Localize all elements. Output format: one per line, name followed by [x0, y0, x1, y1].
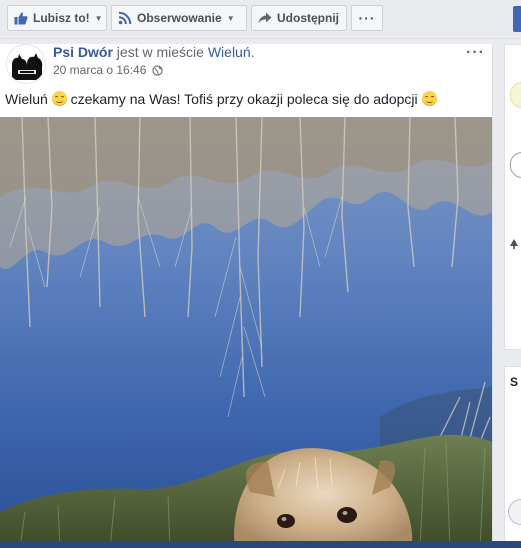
page-avatar[interactable]	[6, 44, 46, 84]
post-header: Psi Dwór jest w mieście Wieluń.	[53, 44, 255, 60]
dog-by-pond-photo	[0, 117, 492, 548]
smiling-face-emoji	[51, 91, 67, 106]
bottom-chat-bar	[0, 541, 521, 548]
post-message: Wieluń czekamy na Was! Tofiś przy okazji…	[5, 90, 437, 108]
post-timestamp[interactable]: 20 marca o 16:46	[53, 63, 146, 77]
chevron-down-icon: ▼	[94, 13, 103, 23]
chevron-down-icon: ▼	[226, 13, 235, 23]
like-page-button[interactable]: Lubisz to! ▼	[7, 5, 107, 31]
more-dots-icon: ···	[358, 10, 376, 26]
globe-icon[interactable]	[152, 64, 164, 76]
post-card: Psi Dwór jest w mieście Wieluń. 20 marca…	[0, 44, 493, 548]
thumbs-up-icon	[14, 11, 28, 25]
primary-action-button-edge[interactable]	[513, 6, 521, 32]
dog-logo-icon	[7, 45, 45, 83]
share-page-button[interactable]: Udostępnij	[251, 5, 347, 31]
post-text-part: Wieluń	[5, 91, 52, 107]
smiling-face-emoji	[421, 91, 437, 106]
tree-icon	[510, 236, 518, 249]
page-action-bar: Lubisz to! ▼ Obserwowanie ▼ Udostępnij ·…	[0, 0, 521, 38]
checkin-text: jest w mieście	[112, 44, 208, 60]
right-sidebar: S	[494, 44, 521, 548]
divider	[0, 38, 521, 39]
post-text-part: czekamy na Was! Tofiś przy okazji poleca…	[66, 91, 422, 107]
post-options-button[interactable]: ···	[466, 44, 485, 62]
share-arrow-icon	[258, 11, 272, 25]
like-label: Lubisz to!	[33, 11, 90, 25]
post-photo[interactable]	[0, 117, 492, 548]
sidebar-card-title: S	[510, 375, 519, 389]
author-name-link[interactable]: Psi Dwór	[53, 44, 113, 60]
more-options-button[interactable]: ···	[351, 5, 383, 31]
rss-icon	[118, 11, 132, 25]
follow-label: Obserwowanie	[137, 11, 222, 25]
place-link[interactable]: Wieluń	[208, 44, 251, 60]
follow-page-button[interactable]: Obserwowanie ▼	[111, 5, 247, 31]
post-meta: 20 marca o 16:46	[53, 63, 164, 77]
checkin-suffix: .	[250, 44, 255, 60]
share-label: Udostępnij	[277, 11, 339, 25]
